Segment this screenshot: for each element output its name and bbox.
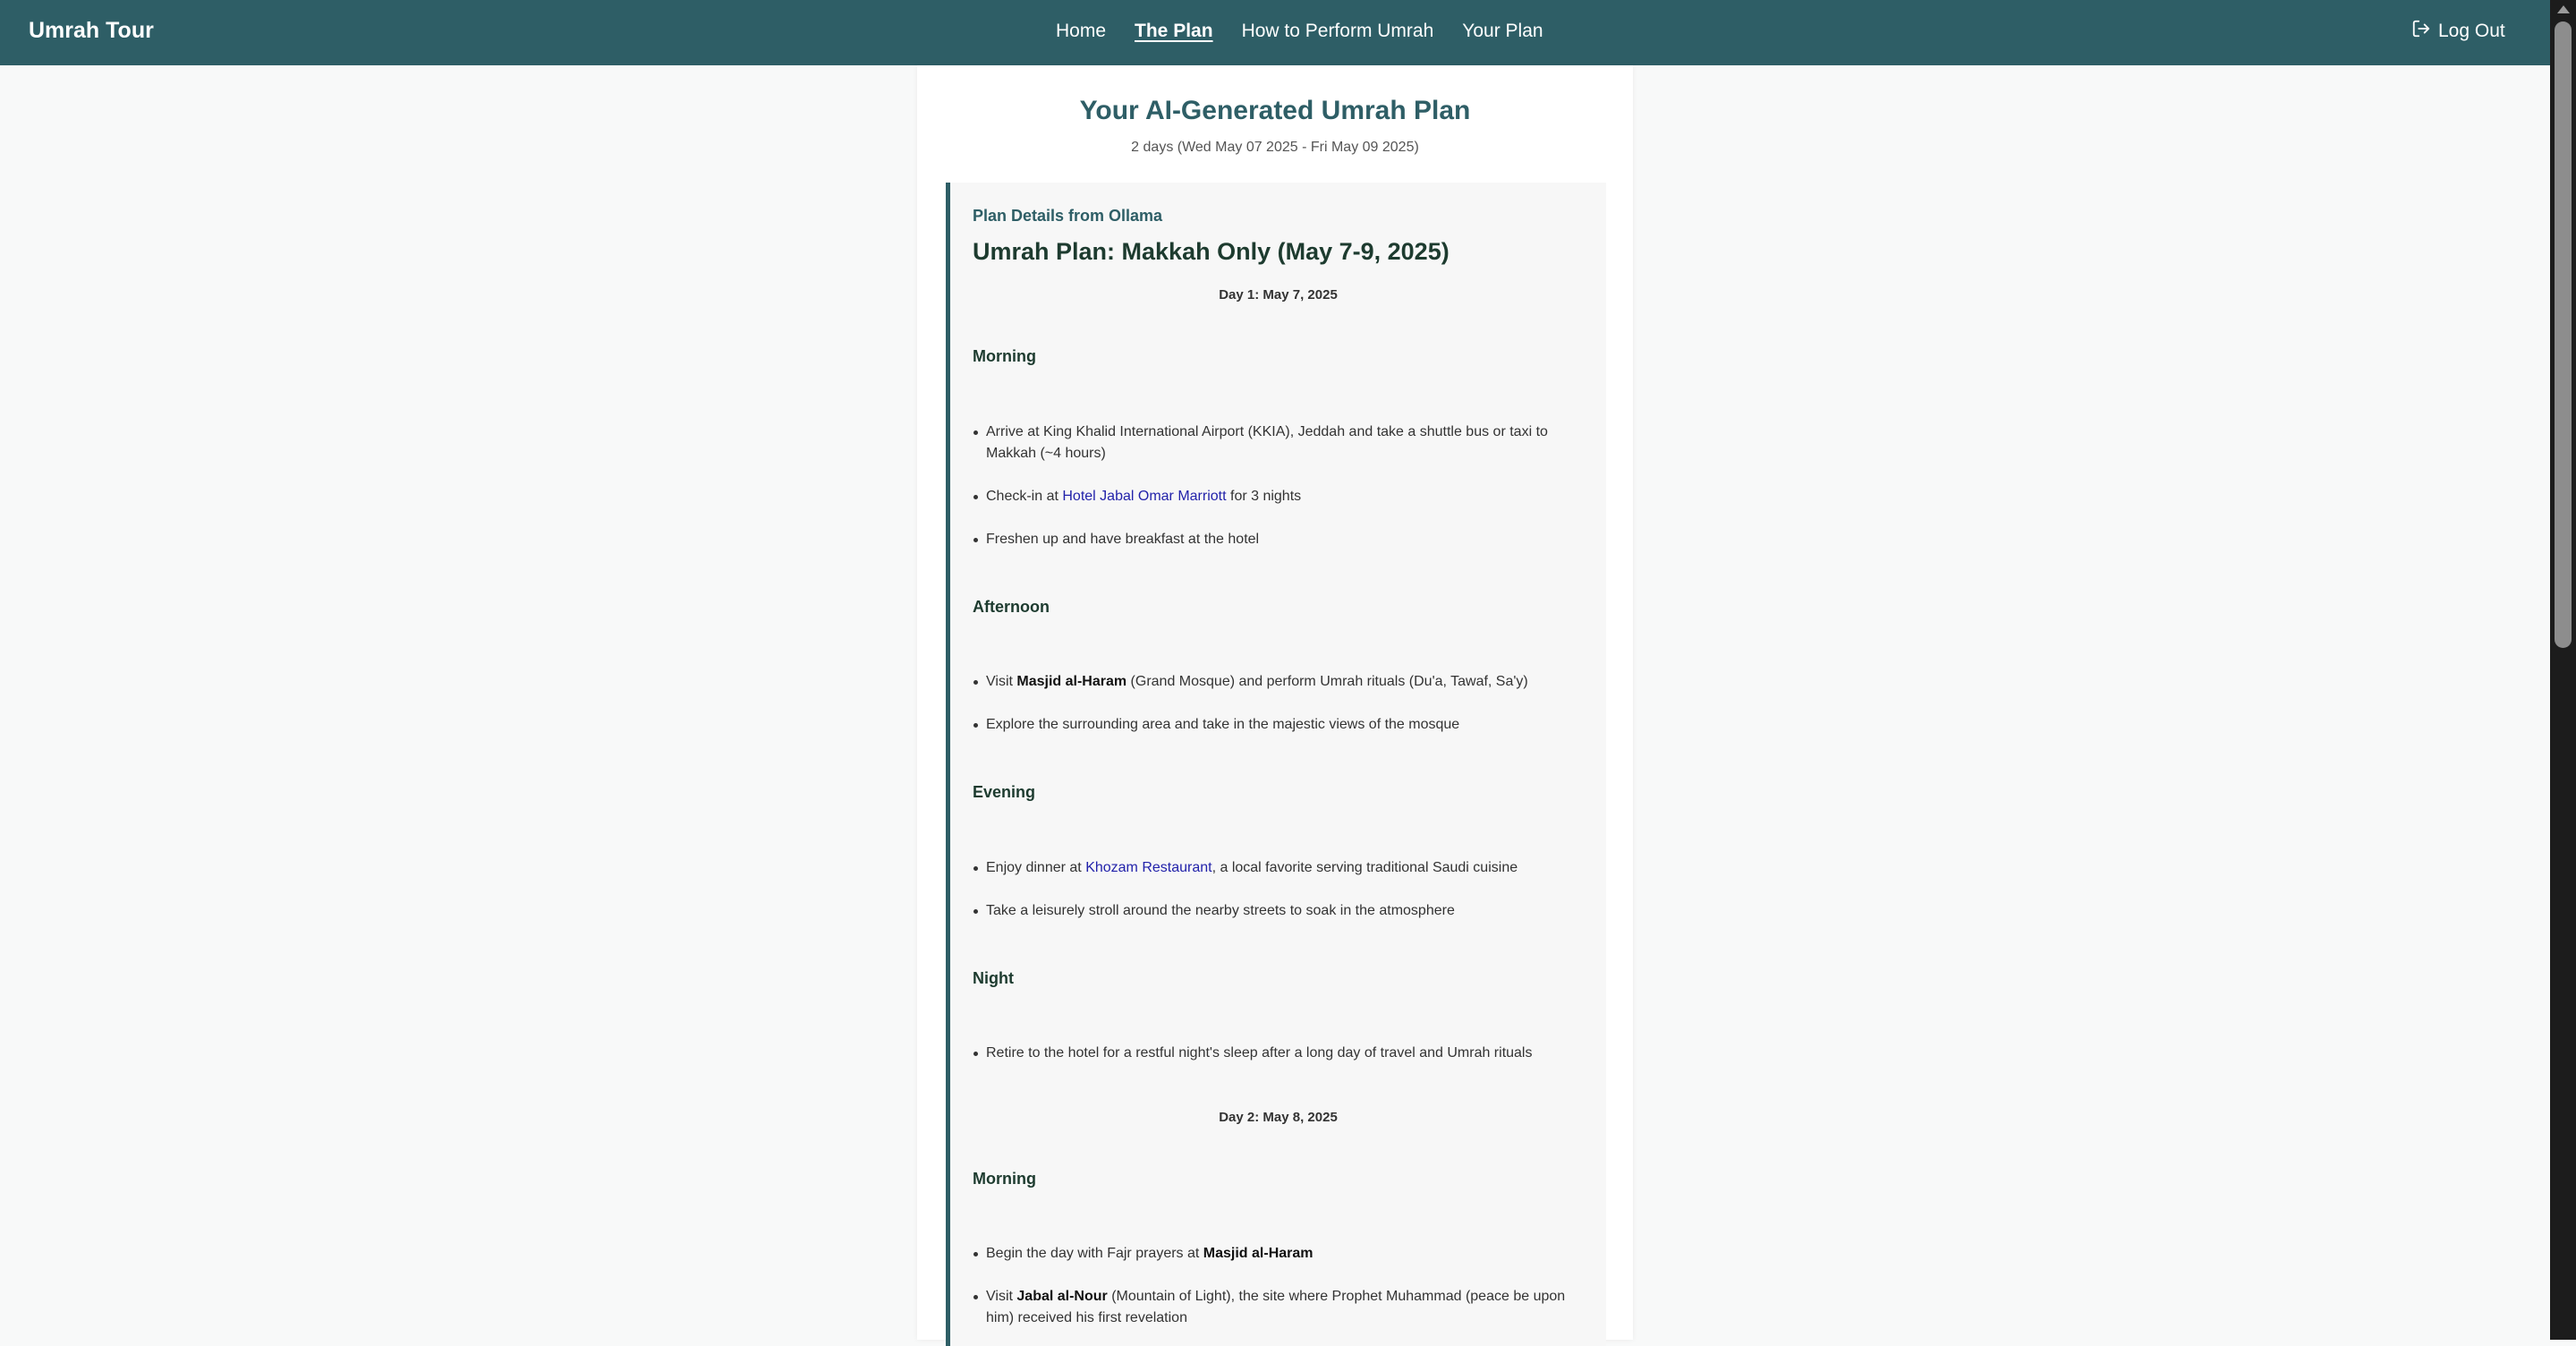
list-item: Visit Masjid al-Haram (Grand Mosque) and… bbox=[973, 671, 1577, 693]
nav-your-plan-link[interactable]: Your Plan bbox=[1462, 21, 1543, 42]
plan-date-range: 2 days (Wed May 07 2025 - Fri May 09 202… bbox=[1131, 140, 1419, 155]
scroll-up-arrow-icon[interactable] bbox=[2557, 5, 2570, 13]
list-item: Begin the day with Fajr prayers at Masji… bbox=[973, 1243, 1577, 1265]
list-item: Arrive at King Khalid International Airp… bbox=[973, 422, 1577, 464]
logout-icon bbox=[2411, 19, 2431, 44]
list-item: Visit Jabal al-Nour (Mountain of Light),… bbox=[973, 1286, 1577, 1329]
top-navbar: Umrah Tour Home The Plan How to Perform … bbox=[0, 0, 2550, 65]
nav-how-to-perform-umrah-link[interactable]: How to Perform Umrah bbox=[1242, 21, 1434, 42]
brand-logo[interactable]: Umrah Tour bbox=[29, 0, 154, 62]
day-1-afternoon-heading: Afternoon bbox=[973, 598, 1050, 616]
nav-links: Home The Plan How to Perform Umrah Your … bbox=[1056, 0, 1543, 62]
page-scrollbar[interactable] bbox=[2550, 0, 2576, 1340]
day-1-night-heading: Night bbox=[973, 969, 1014, 987]
list-item: Take a leisurely stroll around the nearb… bbox=[973, 900, 1577, 922]
day-1-evening-heading: Evening bbox=[973, 783, 1036, 801]
logout-button[interactable]: Log Out bbox=[2411, 0, 2505, 62]
restaurant-link[interactable]: Khozam Restaurant bbox=[1085, 860, 1211, 875]
hotel-link[interactable]: Hotel Jabal Omar Marriott bbox=[1062, 489, 1226, 504]
plan-card: Your AI-Generated Umrah Plan 2 days (Wed… bbox=[917, 65, 1633, 1346]
list-item: Explore the surrounding area and take in… bbox=[973, 714, 1577, 736]
day-1-heading: Day 1: May 7, 2025 bbox=[1219, 287, 1338, 302]
plan-source-label: Plan Details from Ollama bbox=[973, 207, 1163, 225]
logout-label: Log Out bbox=[2438, 20, 2505, 41]
list-item: Retire to the hotel for a restful night'… bbox=[973, 1043, 1577, 1064]
list-item: Enjoy dinner at Khozam Restaurant, a loc… bbox=[973, 857, 1577, 879]
page-title: Your AI-Generated Umrah Plan bbox=[1079, 96, 1471, 125]
day-2-morning-heading: Morning bbox=[973, 1170, 1036, 1188]
nav-home-link[interactable]: Home bbox=[1056, 21, 1106, 42]
list-item: Check-in at Hotel Jabal Omar Marriott fo… bbox=[973, 486, 1577, 507]
nav-the-plan-link[interactable]: The Plan bbox=[1135, 21, 1213, 42]
plan-heading: Umrah Plan: Makkah Only (May 7-9, 2025) bbox=[973, 238, 1450, 265]
day-2-heading: Day 2: May 8, 2025 bbox=[1219, 1110, 1338, 1125]
scrollbar-thumb[interactable] bbox=[2555, 21, 2572, 648]
day-1-morning-heading: Morning bbox=[973, 347, 1036, 365]
plan-details-box: Plan Details from Ollama Umrah Plan: Mak… bbox=[946, 183, 1606, 1346]
list-item: Freshen up and have breakfast at the hot… bbox=[973, 529, 1577, 550]
